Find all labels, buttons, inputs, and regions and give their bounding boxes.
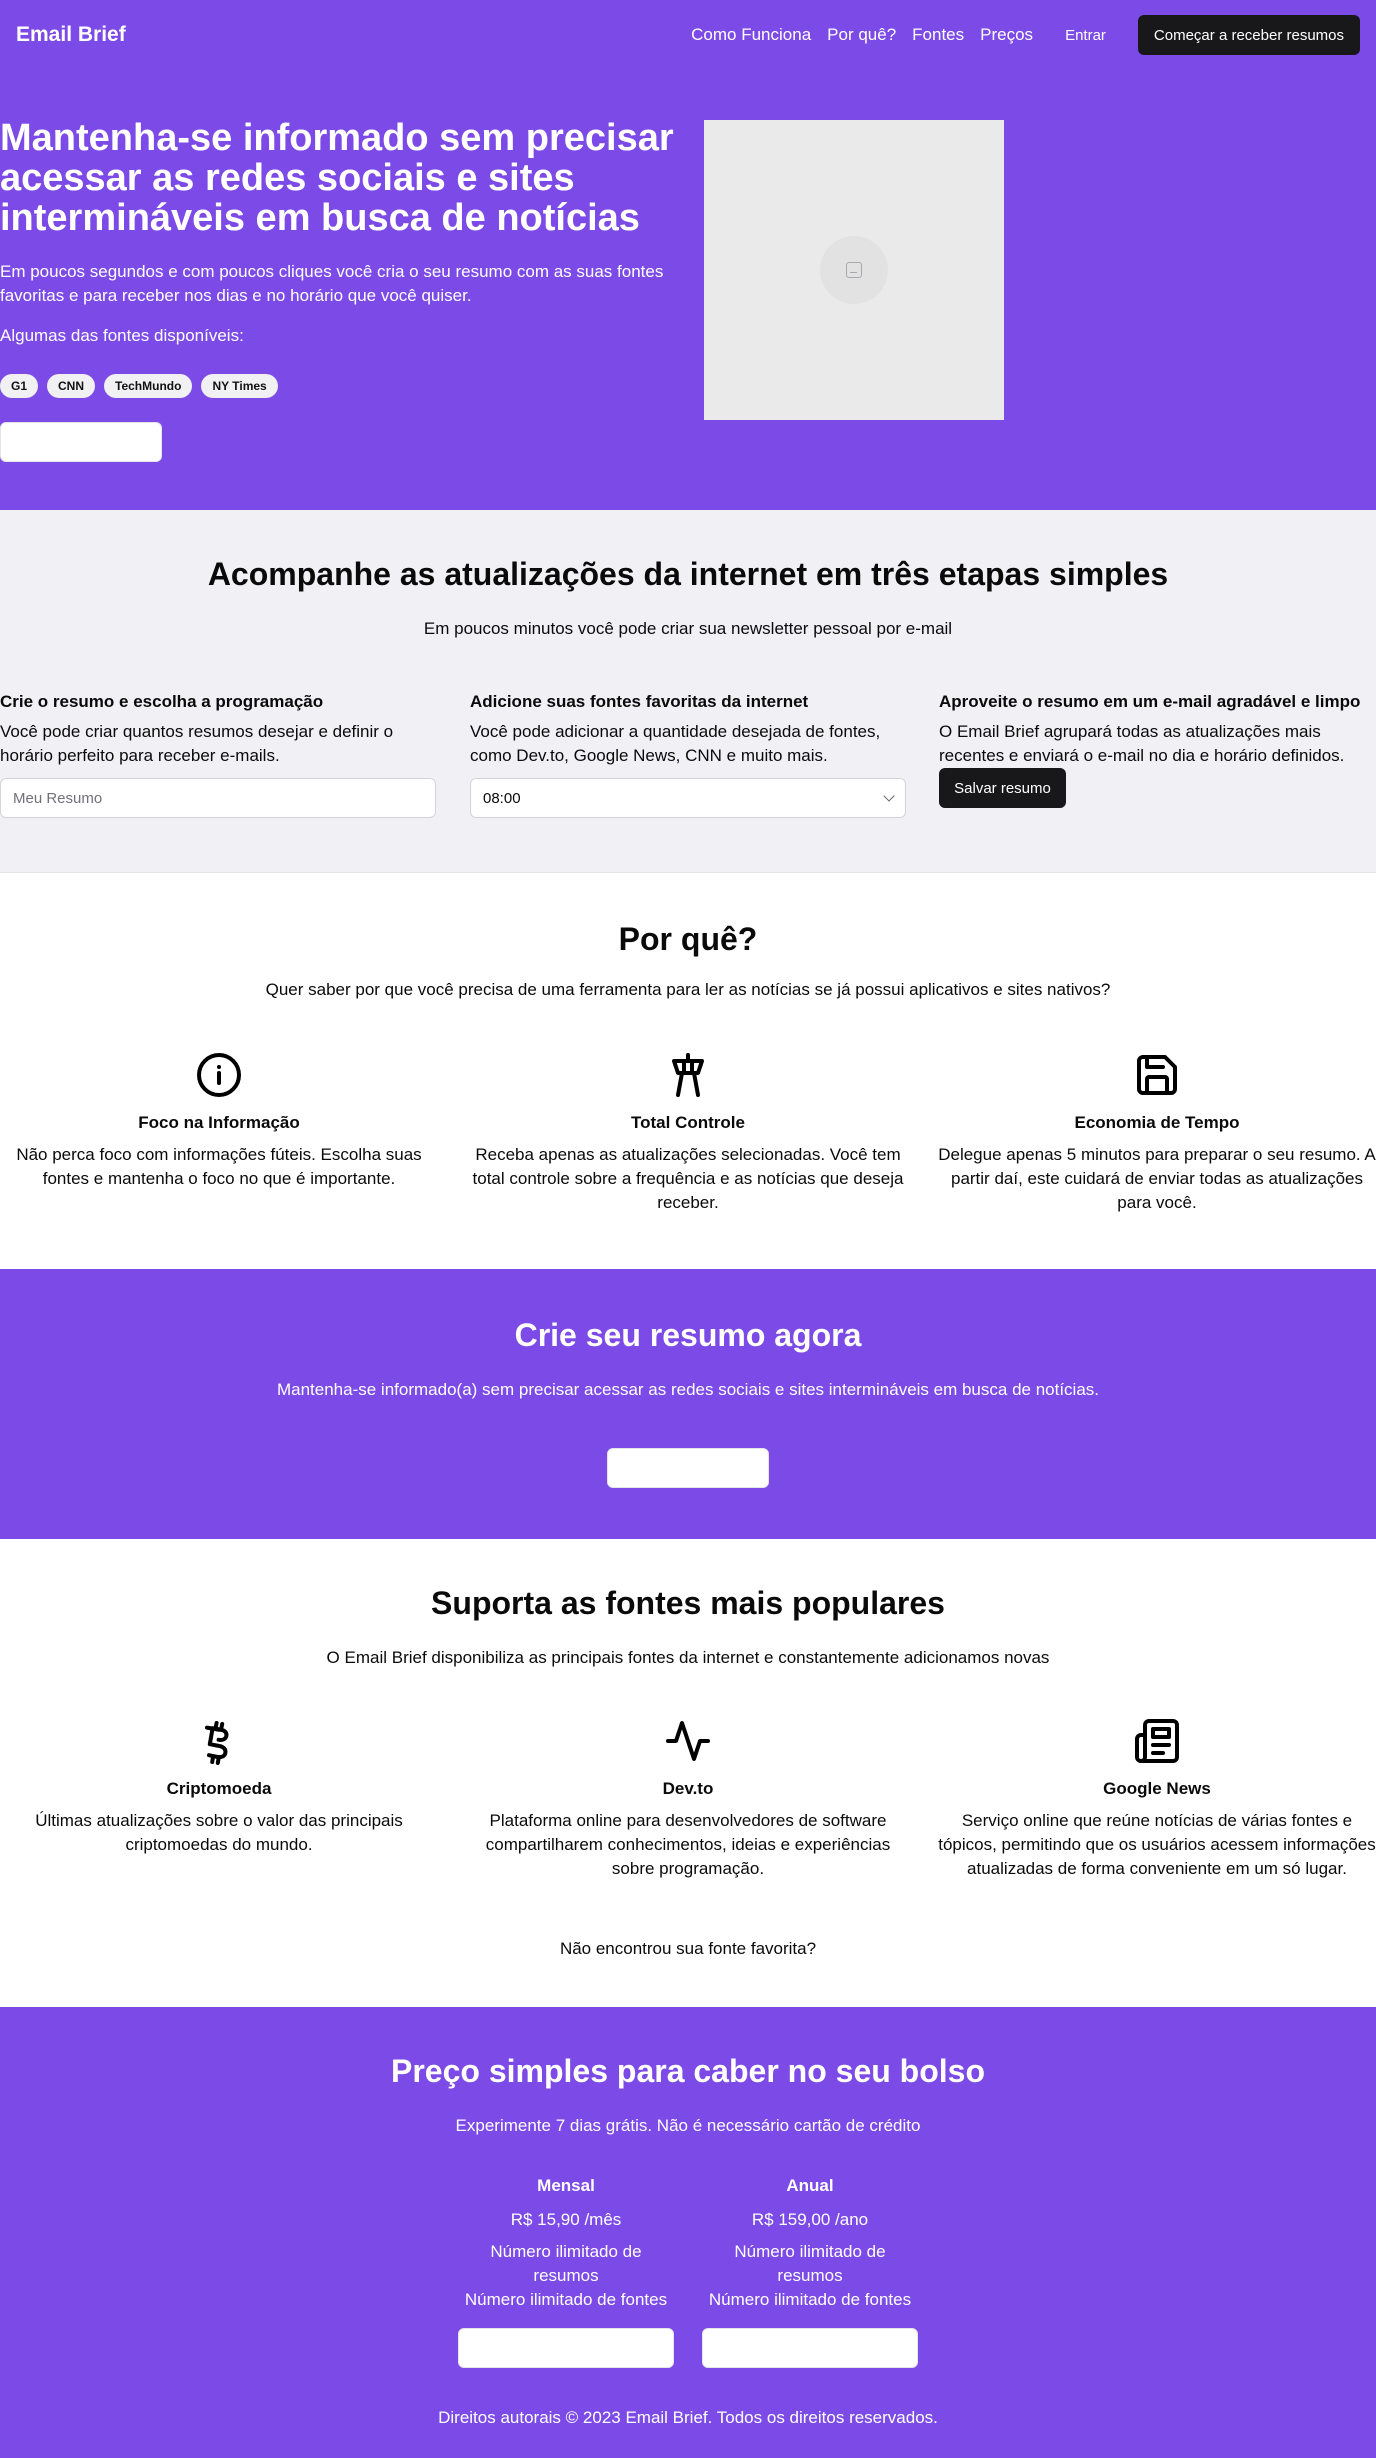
newspaper-icon: [938, 1717, 1376, 1769]
summary-name-input[interactable]: [13, 789, 423, 807]
steps-title: Acompanhe as atualizações da internet em…: [207, 556, 1169, 592]
control-tower-icon: [469, 1051, 907, 1103]
hero-section: Mantenha-se informado sem precisar acess…: [0, 70, 1376, 510]
plan-features: Número ilimitado de resumos Número ilimi…: [458, 2240, 674, 2312]
source-chip-nytimes: NY Times: [201, 374, 278, 398]
cta-section: Crie seu resumo agora Mantenha-se inform…: [0, 1269, 1376, 1539]
chevron-down-icon: [883, 790, 895, 802]
feature-control: Total Controle Receba apenas as atualiza…: [469, 1051, 907, 1215]
step-text: Você pode criar quantos resumos desejar …: [0, 722, 394, 765]
info-icon: [0, 1051, 438, 1103]
save-summary-button[interactable]: Salvar resumo: [939, 768, 1066, 808]
step-title: Adicione suas fontes favoritas da intern…: [470, 692, 809, 711]
feature-title: Total Controle: [631, 1113, 745, 1132]
nav-link-como-funciona[interactable]: Como Funciona: [691, 25, 811, 45]
activity-icon: [469, 1717, 907, 1769]
sources-label: Algumas das fontes disponíveis:: [0, 326, 244, 345]
feature-title: Foco na Informação: [138, 1113, 300, 1132]
cta-title: Crie seu resumo agora: [514, 1317, 862, 1353]
start-receiving-button[interactable]: Começar a receber resumos: [1137, 15, 1360, 55]
pricing-section: Preço simples para caber no seu bolso Ex…: [0, 2007, 1376, 2458]
source-title: Google News: [1103, 1779, 1211, 1798]
feature-time: Economia de Tempo Delegue apenas 5 minut…: [938, 1051, 1376, 1215]
hero-title: Mantenha-se informado sem precisar acess…: [0, 117, 674, 239]
plan-name: Anual: [786, 2176, 834, 2195]
feature-text: Receba apenas as atualizações selecionad…: [472, 1145, 904, 1212]
sources-section: Suporta as fontes mais populares O Email…: [0, 1539, 1376, 2007]
step-create: Crie o resumo e escolha a programação Vo…: [0, 692, 436, 818]
top-section: Email Brief Como Funciona Por quê? Fonte…: [0, 0, 1376, 510]
bitcoin-icon: [0, 1717, 438, 1769]
why-title: Por quê?: [618, 921, 758, 957]
hero-image-placeholder: [704, 120, 1004, 420]
step-text: Você pode adicionar a quantidade desejad…: [470, 722, 881, 765]
source-text: Serviço online que reúne notícias de vár…: [938, 1811, 1376, 1878]
source-text: Plataforma online para desenvolvedores d…: [485, 1811, 891, 1878]
nav-link-fontes[interactable]: Fontes: [912, 25, 964, 45]
image-placeholder-ring: [820, 236, 888, 304]
source-chips: G1 CNN TechMundo NY Times: [0, 374, 680, 398]
step-sources: Adicione suas fontes favoritas da intern…: [470, 692, 906, 818]
source-title: Criptomoeda: [166, 1779, 272, 1798]
time-select[interactable]: 08:00: [470, 778, 906, 818]
feature-text: Não perca foco com informações fúteis. E…: [16, 1145, 422, 1188]
source-devto: Dev.to Plataforma online para desenvolve…: [469, 1717, 907, 1881]
plan-price: R$ 159,00 /ano: [751, 2210, 869, 2229]
source-not-found-text: Não encontrou sua fonte favorita?: [559, 1939, 817, 1958]
plan-feature: Número ilimitado de fontes: [464, 2290, 668, 2309]
feature-focus: Foco na Informação Não perca foco com in…: [0, 1051, 438, 1191]
plan-feature: Número ilimitado de resumos: [734, 2242, 886, 2285]
plan-annual-button[interactable]: [702, 2328, 918, 2368]
plan-feature: Número ilimitado de resumos: [490, 2242, 642, 2285]
source-google-news: Google News Serviço online que reúne not…: [938, 1717, 1376, 1881]
footer-copyright: Direitos autorais © 2023 Email Brief. To…: [438, 2408, 938, 2427]
step-title: Crie o resumo e escolha a programação: [0, 692, 324, 711]
floppy-disk-icon: [938, 1051, 1376, 1103]
pricing-plans: Mensal R$ 15,90 /mês Número ilimitado de…: [0, 2176, 1376, 2368]
summary-name-field: [0, 778, 436, 818]
plan-monthly-button[interactable]: [458, 2328, 674, 2368]
brand-logo[interactable]: Email Brief: [16, 23, 126, 47]
steps-subtitle: Em poucos minutos você pode criar sua ne…: [423, 619, 953, 638]
feature-title: Economia de Tempo: [1074, 1113, 1240, 1132]
plan-name: Mensal: [537, 2176, 595, 2195]
pricing-title: Preço simples para caber no seu bolso: [391, 2053, 985, 2089]
plan-annual: Anual R$ 159,00 /ano Número ilimitado de…: [702, 2176, 918, 2368]
feature-text: Delegue apenas 5 minutos para preparar o…: [938, 1145, 1376, 1212]
why-subtitle: Quer saber por que você precisa de uma f…: [265, 980, 1111, 999]
cta-create-button[interactable]: [607, 1448, 769, 1488]
why-section: Por quê? Quer saber por que você precisa…: [0, 873, 1376, 1269]
step-enjoy: Aproveite o resumo em um e-mail agradáve…: [939, 692, 1376, 808]
plan-features: Número ilimitado de resumos Número ilimi…: [702, 2240, 918, 2312]
how-it-works-section: Acompanhe as atualizações da internet em…: [0, 510, 1376, 873]
sources-subtitle: O Email Brief disponibiliza as principai…: [326, 1648, 1050, 1667]
hero-cta-button[interactable]: [0, 422, 162, 462]
hero-description: Em poucos segundos e com poucos cliques …: [0, 262, 664, 305]
source-text: Últimas atualizações sobre o valor das p…: [35, 1811, 403, 1854]
navbar: Email Brief Como Funciona Por quê? Fonte…: [0, 0, 1376, 70]
plan-feature: Número ilimitado de fontes: [708, 2290, 912, 2309]
source-chip-cnn: CNN: [47, 374, 96, 398]
source-chip-techmundo: TechMundo: [104, 374, 193, 398]
image-placeholder-icon: [846, 262, 862, 278]
sources-title: Suporta as fontes mais populares: [431, 1585, 945, 1621]
nav-menu: Como Funciona Por quê? Fontes Preços Ent…: [675, 15, 1360, 55]
step-text: O Email Brief agrupará todas as atualiza…: [939, 722, 1345, 765]
login-link[interactable]: Entrar: [1065, 27, 1106, 44]
hero-content: Mantenha-se informado sem precisar acess…: [0, 118, 680, 462]
plan-monthly: Mensal R$ 15,90 /mês Número ilimitado de…: [458, 2176, 674, 2368]
plan-price: R$ 15,90 /mês: [510, 2210, 622, 2229]
time-select-value: 08:00: [483, 789, 521, 807]
source-crypto: Criptomoeda Últimas atualizações sobre o…: [0, 1717, 438, 1857]
pricing-subtitle: Experimente 7 dias grátis. Não é necessá…: [455, 2116, 921, 2135]
source-title: Dev.to: [662, 1779, 714, 1798]
nav-link-precos[interactable]: Preços: [980, 25, 1033, 45]
step-title: Aproveite o resumo em um e-mail agradáve…: [939, 692, 1361, 711]
nav-link-por-que[interactable]: Por quê?: [827, 25, 896, 45]
source-chip-g1: G1: [0, 374, 39, 398]
cta-subtitle: Mantenha-se informado(a) sem precisar ac…: [276, 1380, 1100, 1399]
